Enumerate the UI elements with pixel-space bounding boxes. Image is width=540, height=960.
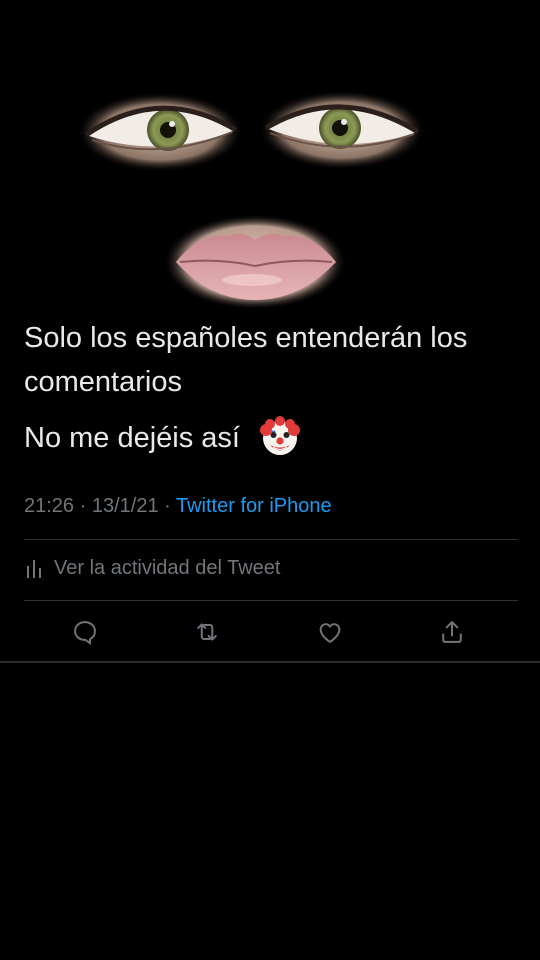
- reply-button[interactable]: [67, 614, 103, 650]
- bar-chart-icon: [24, 557, 44, 579]
- retweet-icon: [197, 623, 217, 641]
- tweet-meta: 21:26 · 13/1/21 · Twitter for iPhone: [24, 495, 332, 518]
- lips: [163, 214, 347, 310]
- tweet-text-line-2: No me dejéis así: [24, 422, 240, 454]
- tweet-text-line-2-wrap: No me dejéis así: [24, 416, 519, 460]
- share-icon: [442, 621, 462, 643]
- like-button[interactable]: [312, 614, 348, 650]
- comment-icon: [74, 621, 96, 645]
- tweet-source-link[interactable]: Twitter for iPhone: [176, 495, 332, 517]
- left-eye: [76, 92, 244, 172]
- tweet-date: 13/1/21: [91, 495, 159, 517]
- divider: [24, 539, 518, 540]
- share-button[interactable]: [434, 614, 470, 650]
- meta-separator: ·: [79, 495, 92, 517]
- face-illustration: [76, 90, 426, 310]
- tweet-time: 21:26: [24, 495, 75, 517]
- tweet-media-image[interactable]: [0, 0, 540, 310]
- retweet-button[interactable]: [189, 614, 225, 650]
- divider: [24, 600, 518, 601]
- tweet-activity-link[interactable]: Ver la actividad del Tweet: [24, 554, 280, 582]
- divider: [0, 661, 540, 663]
- right-eye: [258, 90, 426, 170]
- activity-label: Ver la actividad del Tweet: [54, 556, 281, 579]
- heart-icon: [319, 623, 341, 643]
- tweet-text-line-1: Solo los españoles entenderán los coment…: [24, 322, 468, 398]
- tweet-text: Solo los españoles entenderán los coment…: [24, 316, 519, 460]
- tweet-action-bar: [0, 614, 540, 650]
- clown-face-emoji: [258, 416, 302, 460]
- meta-separator: ·: [164, 495, 176, 517]
- tweet-detail-screen: Solo los españoles entenderán los coment…: [0, 0, 540, 960]
